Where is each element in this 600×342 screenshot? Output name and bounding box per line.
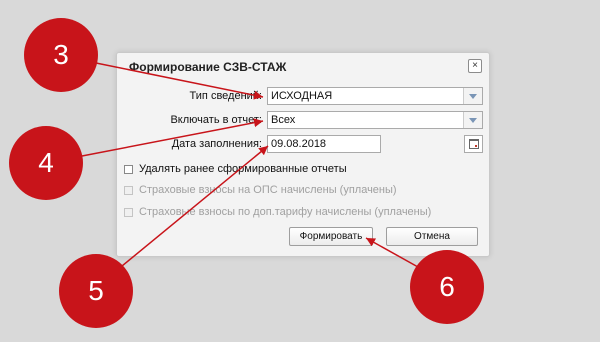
close-icon: × xyxy=(472,60,478,71)
include-in-report-select[interactable]: Всех xyxy=(267,111,483,129)
delete-previous-reports-checkbox[interactable] xyxy=(124,164,133,174)
include-in-report-value: Всех xyxy=(271,114,296,126)
fill-date-label: Дата заполнения: xyxy=(171,138,262,150)
ops-contributions-label: Страховые взносы на ОПС начислены (уплач… xyxy=(139,184,397,196)
delete-previous-reports-label: Удалять ранее сформированные отчеты xyxy=(139,163,347,175)
info-type-dropdown-button[interactable] xyxy=(463,88,482,104)
dialog-title: Формирование СЗВ-СТАЖ xyxy=(129,60,287,74)
include-in-report-dropdown-button[interactable] xyxy=(463,112,482,128)
ops-contributions-checkbox xyxy=(124,185,133,195)
ops-contributions-checkbox-row: Страховые взносы на ОПС начислены (уплач… xyxy=(124,184,397,196)
info-type-label: Тип сведений: xyxy=(189,90,262,102)
chevron-down-icon xyxy=(469,117,477,123)
callout-4: 4 xyxy=(9,126,83,200)
cancel-button[interactable]: Отмена xyxy=(386,227,478,246)
fill-date-value: 09.08.2018 xyxy=(271,138,327,150)
close-button[interactable]: × xyxy=(468,59,482,73)
callout-3: 3 xyxy=(24,18,98,92)
additional-tariff-label: Страховые взносы по доп.тарифу начислены… xyxy=(139,206,432,218)
generate-button[interactable]: Формировать xyxy=(289,227,373,246)
chevron-down-icon xyxy=(469,93,477,99)
callout-5: 5 xyxy=(59,254,133,328)
calendar-button[interactable] xyxy=(464,135,483,153)
additional-tariff-checkbox-row: Страховые взносы по доп.тарифу начислены… xyxy=(124,206,431,218)
include-in-report-label: Включать в отчет: xyxy=(170,114,262,126)
callout-6: 6 xyxy=(410,250,484,324)
info-type-select[interactable]: ИСХОДНАЯ xyxy=(267,87,483,105)
delete-previous-reports-checkbox-row[interactable]: Удалять ранее сформированные отчеты xyxy=(124,163,347,175)
calendar-icon xyxy=(468,139,479,149)
info-type-value: ИСХОДНАЯ xyxy=(271,90,333,102)
additional-tariff-checkbox xyxy=(124,207,133,217)
sources-dialog: Формирование СЗВ-СТАЖ × Тип сведений: ИС… xyxy=(116,52,490,257)
fill-date-input[interactable]: 09.08.2018 xyxy=(267,135,381,153)
